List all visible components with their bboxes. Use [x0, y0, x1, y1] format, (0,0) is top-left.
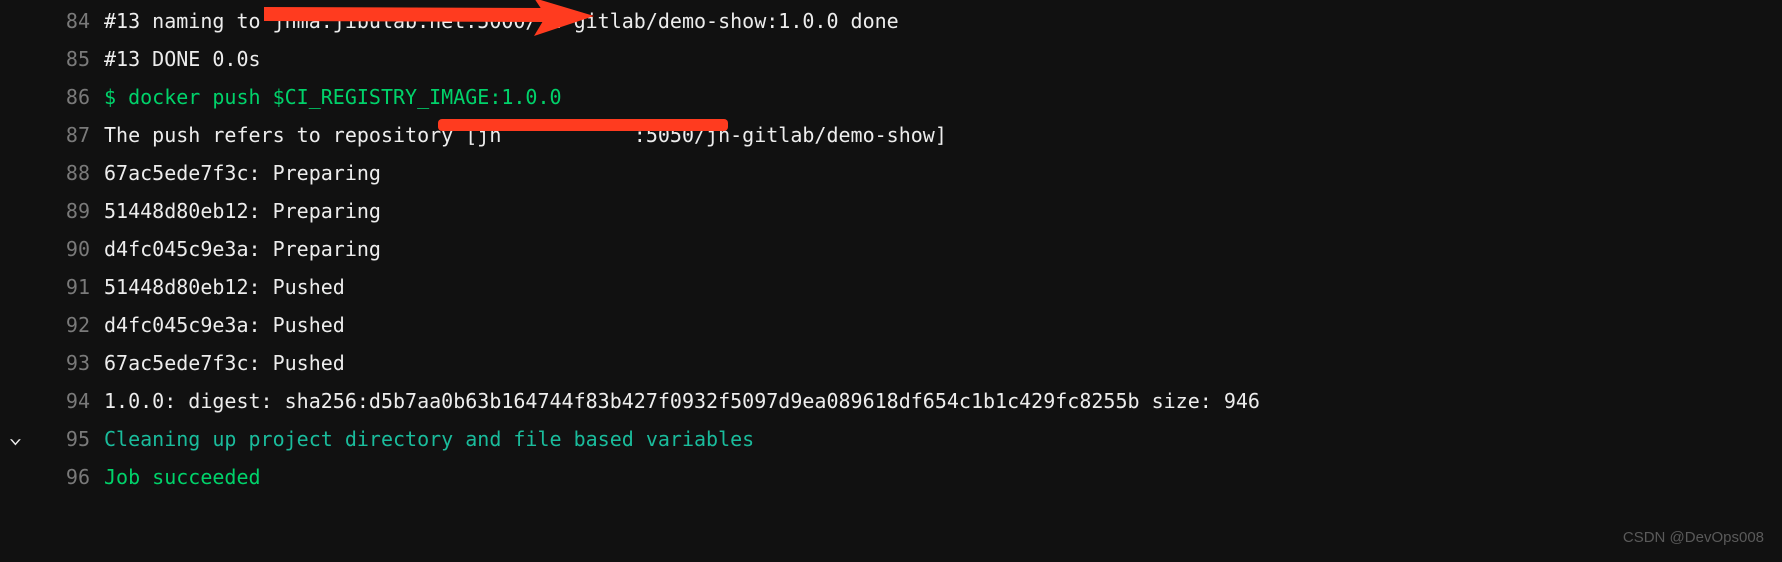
- log-line: 92 d4fc045c9e3a: Pushed: [52, 306, 1782, 344]
- log-line: 84 #13 naming to jhma.jibulab.net:5000/jh…: [52, 2, 1782, 40]
- log-line: 90 d4fc045c9e3a: Preparing: [52, 230, 1782, 268]
- log-line: 93 67ac5ede7f3c: Pushed: [52, 344, 1782, 382]
- line-number: 95: [52, 420, 90, 458]
- line-content: #13 naming to jhma.jibulab.net:5000/jh-g…: [104, 2, 899, 40]
- line-number: 89: [52, 192, 90, 230]
- line-content: $ docker push $CI_REGISTRY_IMAGE:1.0.0: [104, 78, 562, 116]
- log-line: 88 67ac5ede7f3c: Preparing: [52, 154, 1782, 192]
- line-content: 51448d80eb12: Pushed: [104, 268, 345, 306]
- line-number: 86: [52, 78, 90, 116]
- log-line: 87 The push refers to repository [jh :505…: [52, 116, 1782, 154]
- line-number: 85: [52, 40, 90, 78]
- log-line: 85 #13 DONE 0.0s: [52, 40, 1782, 78]
- line-content: Cleaning up project directory and file b…: [104, 420, 754, 458]
- log-line: 89 51448d80eb12: Preparing: [52, 192, 1782, 230]
- line-content: 67ac5ede7f3c: Pushed: [104, 344, 345, 382]
- log-line: 86 $ docker push $CI_REGISTRY_IMAGE:1.0.0: [52, 78, 1782, 116]
- line-number: 87: [52, 116, 90, 154]
- collapse-chevron-icon[interactable]: ⌄: [8, 421, 22, 455]
- log-line: 95 Cleaning up project directory and file…: [52, 420, 1782, 458]
- line-number: 96: [52, 458, 90, 496]
- line-number: 88: [52, 154, 90, 192]
- watermark-text: CSDN @DevOps008: [1623, 524, 1764, 553]
- line-content: 67ac5ede7f3c: Preparing: [104, 154, 381, 192]
- line-number: 90: [52, 230, 90, 268]
- line-number: 84: [52, 2, 90, 40]
- line-number: 92: [52, 306, 90, 344]
- line-content: The push refers to repository [jh :5050/…: [104, 116, 947, 154]
- line-number: 91: [52, 268, 90, 306]
- line-number: 94: [52, 382, 90, 420]
- log-output: 84 #13 naming to jhma.jibulab.net:5000/jh…: [0, 0, 1782, 496]
- log-line: 94 1.0.0: digest: sha256:d5b7aa0b63b16474…: [52, 382, 1782, 420]
- line-content: #13 DONE 0.0s: [104, 40, 261, 78]
- line-number: 93: [52, 344, 90, 382]
- line-content: d4fc045c9e3a: Preparing: [104, 230, 381, 268]
- log-line: 96 Job succeeded: [52, 458, 1782, 496]
- line-content: 1.0.0: digest: sha256:d5b7aa0b63b164744f…: [104, 382, 1260, 420]
- line-content: 51448d80eb12: Preparing: [104, 192, 381, 230]
- log-line: 91 51448d80eb12: Pushed: [52, 268, 1782, 306]
- line-content: d4fc045c9e3a: Pushed: [104, 306, 345, 344]
- line-content: Job succeeded: [104, 458, 261, 496]
